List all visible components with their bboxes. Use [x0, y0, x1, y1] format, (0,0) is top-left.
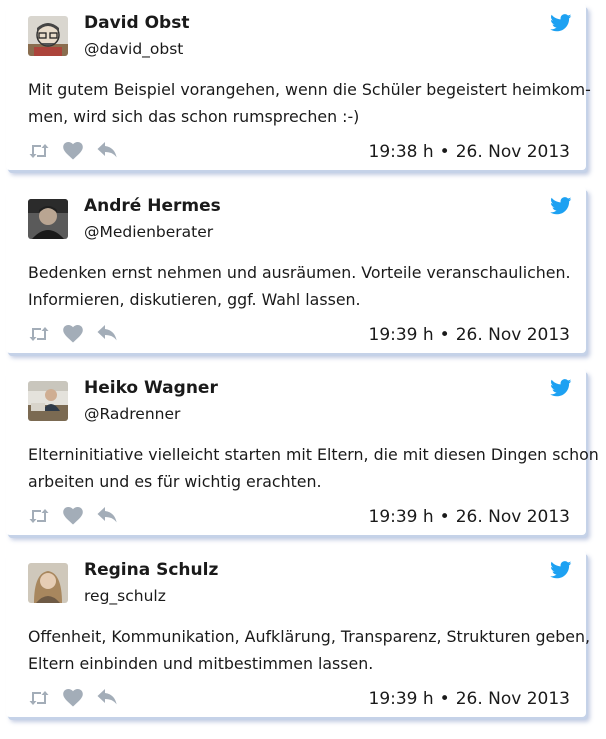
tweet-text: Elterninitiative vielleicht starten mit … — [28, 441, 599, 495]
twitter-bird-icon[interactable] — [550, 14, 572, 32]
tweet-card[interactable]: André Hermes @Medienberater Bedenken ern… — [6, 187, 586, 353]
timestamp-separator: • — [439, 142, 450, 162]
reply-icon[interactable] — [96, 507, 118, 525]
timestamp-separator: • — [439, 689, 450, 709]
tweet-timestamp[interactable]: 19:39 h • 26. Nov 2013 — [369, 325, 571, 345]
tweet-timestamp[interactable]: 19:39 h • 26. Nov 2013 — [369, 507, 571, 527]
tweet-actions — [28, 141, 130, 161]
retweet-icon[interactable] — [28, 142, 50, 160]
tweet-text-line: Informieren, diskutieren, ggf. Wahl lass… — [28, 290, 361, 309]
tweet-time: 19:39 h — [368, 689, 434, 709]
timestamp-separator: • — [439, 325, 450, 345]
tweet-text-line: Offenheit, Kommunikation, Aufklärung, Tr… — [28, 627, 591, 646]
author-handle[interactable]: @david_obst — [84, 40, 183, 58]
tweet-card[interactable]: Heiko Wagner @Radrenner Elterninitiative… — [6, 369, 599, 535]
retweet-icon[interactable] — [28, 325, 50, 343]
tweet-card[interactable]: David Obst @david_obst Mit gutem Beispie… — [6, 4, 591, 170]
author-name[interactable]: André Hermes — [84, 196, 221, 216]
tweet-text-line: men, wird sich das schon rumsprechen :-) — [28, 107, 360, 126]
avatar[interactable] — [28, 199, 68, 239]
avatar[interactable] — [28, 381, 68, 421]
twitter-bird-icon[interactable] — [550, 379, 572, 397]
tweet-timestamp[interactable]: 19:38 h • 26. Nov 2013 — [369, 142, 571, 162]
tweet-date: 26. Nov 2013 — [455, 689, 570, 709]
retweet-icon[interactable] — [28, 507, 50, 525]
tweet-date: 26. Nov 2013 — [455, 142, 570, 162]
tweet-time: 19:39 h — [368, 325, 434, 345]
tweet-card[interactable]: Regina Schulz reg_schulz Offenheit, Komm… — [6, 551, 591, 717]
tweet-text-line: Elterninitiative vielleicht starten mit … — [28, 445, 599, 464]
twitter-bird-icon[interactable] — [550, 561, 572, 579]
heart-icon[interactable] — [62, 507, 84, 525]
retweet-icon[interactable] — [28, 689, 50, 707]
tweet-text: Bedenken ernst nehmen und ausräumen. Vor… — [28, 259, 576, 313]
tweet-actions — [28, 506, 130, 526]
tweet-text-line: Mit gutem Beispiel vorangehen, wenn die … — [28, 80, 591, 99]
timestamp-separator: • — [439, 507, 450, 527]
reply-icon[interactable] — [96, 325, 118, 343]
tweet-date: 26. Nov 2013 — [455, 325, 570, 345]
tweet-text: Offenheit, Kommunikation, Aufklärung, Tr… — [28, 623, 591, 677]
tweet-actions — [28, 324, 130, 344]
tweet-text-line: arbeiten und es für wichtig erachten. — [28, 472, 322, 491]
tweet-text: Mit gutem Beispiel vorangehen, wenn die … — [28, 76, 591, 130]
author-handle[interactable]: @Radrenner — [84, 405, 180, 423]
author-name[interactable]: Heiko Wagner — [84, 378, 218, 398]
author-handle[interactable]: @Medienberater — [84, 223, 213, 241]
tweet-time: 19:38 h — [368, 142, 434, 162]
heart-icon[interactable] — [62, 689, 84, 707]
author-name[interactable]: Regina Schulz — [84, 560, 218, 580]
heart-icon[interactable] — [62, 325, 84, 343]
reply-icon[interactable] — [96, 689, 118, 707]
avatar[interactable] — [28, 16, 68, 56]
avatar[interactable] — [28, 563, 68, 603]
tweet-timestamp[interactable]: 19:39 h • 26. Nov 2013 — [369, 689, 571, 709]
reply-icon[interactable] — [96, 142, 118, 160]
tweet-time: 19:39 h — [368, 507, 434, 527]
tweet-actions — [28, 688, 130, 708]
heart-icon[interactable] — [62, 142, 84, 160]
twitter-bird-icon[interactable] — [550, 197, 572, 215]
author-handle[interactable]: reg_schulz — [84, 587, 166, 605]
tweet-text-line: Bedenken ernst nehmen und ausräumen. Vor… — [28, 263, 571, 282]
tweet-text-line: Eltern einbinden und mitbestimmen lassen… — [28, 654, 374, 673]
author-name[interactable]: David Obst — [84, 13, 189, 33]
tweet-date: 26. Nov 2013 — [455, 507, 570, 527]
